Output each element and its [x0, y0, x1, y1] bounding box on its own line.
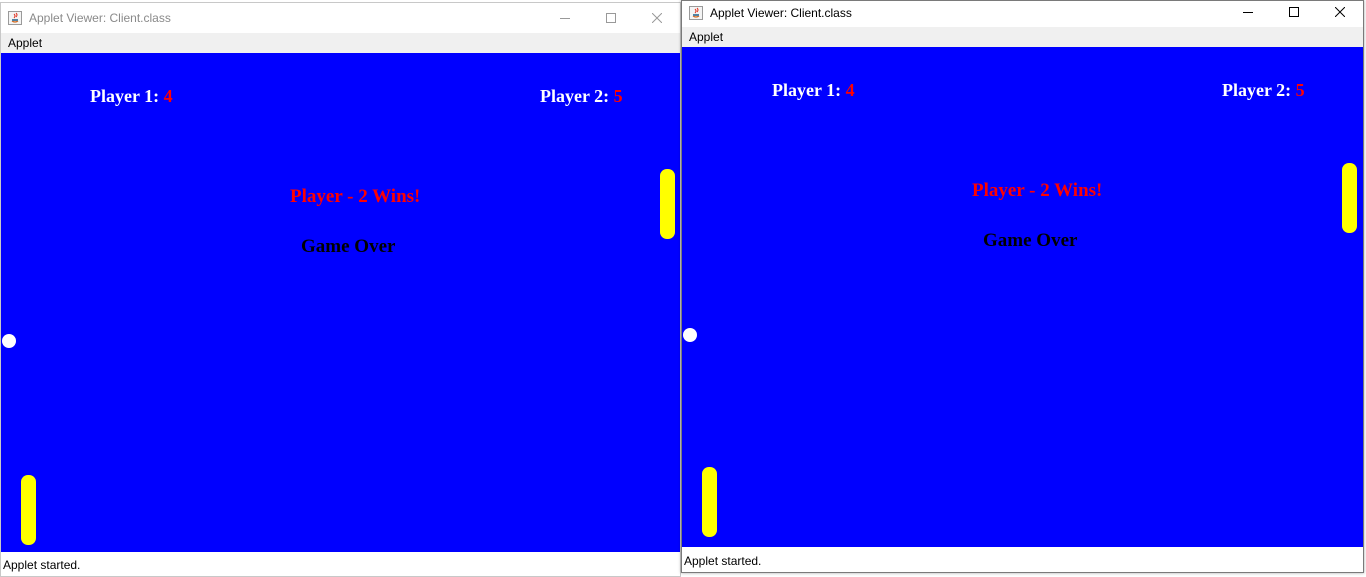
ball — [2, 334, 16, 348]
window-title: Applet Viewer: Client.class — [29, 11, 171, 25]
minimize-icon — [560, 18, 570, 19]
status-text: Applet started. — [684, 554, 762, 568]
menu-bar: Applet — [682, 27, 1363, 47]
menu-applet[interactable]: Applet — [688, 30, 724, 44]
minimize-button[interactable] — [542, 3, 588, 33]
close-button[interactable] — [634, 3, 680, 33]
player2-paddle — [1342, 163, 1357, 233]
win-message: Player - 2 Wins! — [972, 180, 1103, 201]
player1-paddle — [21, 475, 36, 545]
player1-score: Player 1: 4 — [772, 80, 855, 101]
player2-label: Player 2: — [1222, 80, 1292, 100]
player2-label: Player 2: — [540, 86, 610, 106]
player2-paddle — [660, 169, 675, 239]
maximize-icon — [606, 13, 616, 23]
window-title: Applet Viewer: Client.class — [710, 6, 852, 20]
applet-viewer-window-1: Applet Viewer: Client.class Applet Playe… — [0, 2, 681, 577]
player1-score: Player 1: 4 — [90, 86, 173, 107]
player1-score-value: 4 — [845, 80, 855, 100]
minimize-icon — [1243, 12, 1253, 13]
java-icon — [8, 11, 22, 25]
status-bar: Applet started. — [682, 548, 1363, 572]
menu-applet[interactable]: Applet — [7, 36, 43, 50]
player1-paddle — [702, 467, 717, 537]
win-message: Player - 2 Wins! — [290, 186, 421, 207]
java-icon — [689, 6, 703, 20]
player2-score: Player 2: 5 — [1222, 80, 1305, 101]
maximize-button[interactable] — [588, 3, 634, 33]
player1-label: Player 1: — [772, 80, 842, 100]
game-over-message: Game Over — [301, 236, 396, 257]
player2-score-value: 5 — [1295, 80, 1305, 100]
maximize-icon — [1289, 7, 1299, 17]
menu-bar: Applet — [1, 33, 680, 53]
player1-score-value: 4 — [163, 86, 173, 106]
player2-score: Player 2: 5 — [540, 86, 623, 107]
status-text: Applet started. — [3, 558, 81, 572]
close-icon — [652, 13, 662, 23]
game-canvas[interactable]: Player 1: 4 Player 2: 5 Player - 2 Wins!… — [1, 53, 680, 553]
player2-score-value: 5 — [613, 86, 623, 106]
ball — [683, 328, 697, 342]
applet-viewer-window-2: Applet Viewer: Client.class Applet Playe… — [681, 0, 1364, 573]
status-bar: Applet started. — [1, 552, 680, 576]
title-bar[interactable]: Applet Viewer: Client.class — [1, 3, 680, 33]
player1-label: Player 1: — [90, 86, 160, 106]
game-canvas[interactable]: Player 1: 4 Player 2: 5 Player - 2 Wins!… — [682, 47, 1363, 547]
close-icon — [1335, 7, 1345, 17]
game-over-message: Game Over — [983, 230, 1078, 251]
title-bar[interactable]: Applet Viewer: Client.class — [682, 1, 1363, 27]
